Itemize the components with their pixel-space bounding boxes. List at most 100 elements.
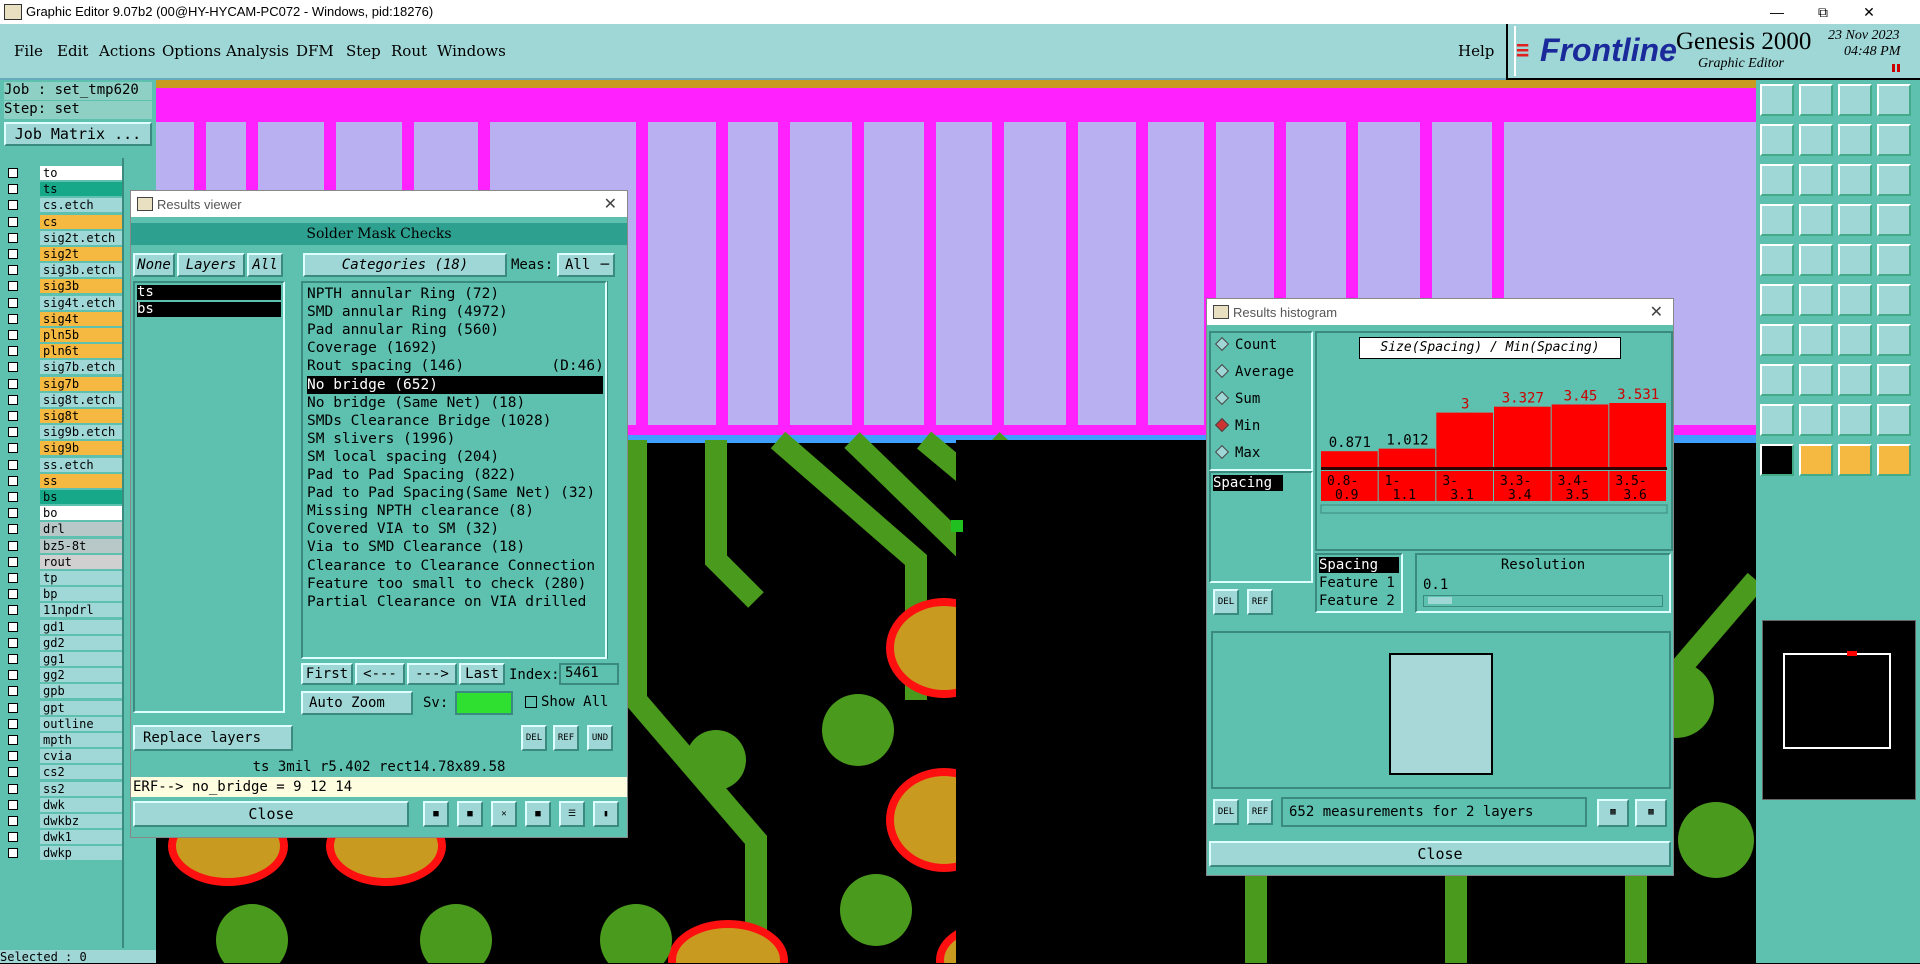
layer-name[interactable]: gg1 xyxy=(40,652,128,666)
first-button[interactable]: First xyxy=(301,663,353,685)
connect-icon[interactable] xyxy=(1838,284,1872,316)
menu-actions[interactable]: Actions xyxy=(99,42,155,60)
layer-name[interactable]: ts xyxy=(40,182,128,197)
pointer-drag-icon[interactable] xyxy=(1877,444,1911,476)
snap-icon[interactable] xyxy=(1799,124,1833,156)
layer-affected-checkbox[interactable] xyxy=(8,232,18,243)
layer-name[interactable]: outline xyxy=(40,716,128,731)
layer-affected-checkbox[interactable] xyxy=(8,492,18,502)
mode-radio-average[interactable]: Average xyxy=(1214,363,1294,380)
layer-affected-checkbox[interactable] xyxy=(8,637,18,648)
layer-name[interactable]: 11npdrl xyxy=(40,603,128,618)
refresh-preview-icon[interactable]: REF xyxy=(1247,799,1273,825)
layer-name[interactable]: dwk1 xyxy=(40,830,128,845)
layer-name[interactable]: bz5-8t xyxy=(40,538,128,553)
layer-row-rout[interactable]: rout xyxy=(6,554,128,569)
histogram-icon[interactable]: ▮ xyxy=(593,801,619,827)
sv-color-select[interactable] xyxy=(455,691,513,715)
exclude-icon[interactable]: ✕ xyxy=(491,801,517,827)
home-icon[interactable] xyxy=(1838,84,1872,116)
layer-affected-checkbox[interactable] xyxy=(8,265,18,276)
category-item[interactable]: No bridge (Same Net) (18) xyxy=(307,394,525,412)
layer-name[interactable]: cs2 xyxy=(40,765,128,780)
zoom-fit-icon[interactable]: ▩ xyxy=(1597,799,1629,827)
pad-icon[interactable] xyxy=(1760,244,1794,276)
result-layer-item[interactable]: ts xyxy=(137,285,281,300)
layer-row-outline[interactable]: outline xyxy=(6,716,128,731)
layer-row-dwkp[interactable]: dwkp xyxy=(6,846,128,861)
layer-name[interactable]: sig8t xyxy=(40,409,128,423)
layer-affected-checkbox[interactable] xyxy=(8,249,18,259)
layer-name[interactable]: sig9b.etch xyxy=(40,425,128,440)
layer-affected-checkbox[interactable] xyxy=(8,686,18,697)
polygon-icon[interactable] xyxy=(1799,244,1833,276)
layer-row-sig7b.etch[interactable]: sig7b.etch xyxy=(6,360,128,375)
route-icon[interactable] xyxy=(1877,324,1911,356)
result-layer-item[interactable]: bs xyxy=(137,302,281,317)
category-item[interactable]: SMDs Clearance Bridge (1028) xyxy=(307,412,551,430)
menu-options[interactable]: Options xyxy=(162,42,221,60)
overview-map[interactable] xyxy=(1762,620,1916,800)
mirror-icon[interactable] xyxy=(1877,124,1911,156)
layer-down-icon[interactable] xyxy=(1877,204,1911,236)
layer-affected-checkbox[interactable] xyxy=(8,573,18,583)
draw-line-icon[interactable] xyxy=(1760,324,1794,356)
layer-name[interactable]: gd1 xyxy=(40,619,128,634)
layer-table-icon[interactable]: ■ xyxy=(423,801,449,827)
menu-edit[interactable]: Edit xyxy=(57,42,88,60)
category-item[interactable]: No bridge (652) xyxy=(307,375,603,394)
layer-name[interactable]: sig9b xyxy=(40,441,128,456)
histogram-close-button[interactable]: Close xyxy=(1209,841,1671,867)
mode-radio-sum[interactable]: Sum xyxy=(1214,390,1260,407)
net-icon[interactable] xyxy=(1760,284,1794,316)
result-layers-list[interactable]: ts bs xyxy=(133,281,285,713)
report-icon[interactable]: ■ xyxy=(457,801,483,827)
layer-row-sig3b.etch[interactable]: sig3b.etch xyxy=(6,263,128,278)
layer-name[interactable]: ss.etch xyxy=(40,457,128,472)
layer-row-cs2[interactable]: cs2 xyxy=(6,765,128,780)
layer-affected-checkbox[interactable] xyxy=(8,330,18,340)
menu-step[interactable]: Step xyxy=(346,42,381,60)
graph-icon[interactable]: ■ xyxy=(525,801,551,827)
layer-name[interactable]: sig8t.etch xyxy=(40,392,128,407)
layer-affected-checkbox[interactable] xyxy=(8,297,18,308)
layer-row-sig2t[interactable]: sig2t xyxy=(6,247,128,261)
layer-row-tp[interactable]: tp xyxy=(6,571,128,585)
layer-name[interactable]: bs xyxy=(40,490,128,504)
layer-affected-checkbox[interactable] xyxy=(8,702,18,713)
attribute-option[interactable]: Feature 1 xyxy=(1319,575,1395,591)
layer-affected-checkbox[interactable] xyxy=(8,832,18,843)
layer-row-sig2t.etch[interactable]: sig2t.etch xyxy=(6,230,128,245)
undo-marker-icon[interactable]: UND xyxy=(587,725,613,751)
layer-name[interactable]: cs.etch xyxy=(40,198,128,213)
line-icon[interactable] xyxy=(1838,244,1872,276)
layer-name[interactable]: bp xyxy=(40,587,128,602)
open-icon[interactable] xyxy=(1799,84,1833,116)
menu-file[interactable]: File xyxy=(14,42,43,60)
resolution-slider-thumb[interactable] xyxy=(1428,597,1452,604)
layer-row-bp[interactable]: bp xyxy=(6,587,128,602)
layer-affected-checkbox[interactable] xyxy=(8,816,18,826)
layer-row-gg1[interactable]: gg1 xyxy=(6,652,128,666)
measure-icon[interactable] xyxy=(1799,204,1833,236)
layer-name[interactable]: sig2t.etch xyxy=(40,230,128,245)
menu-help[interactable]: Help xyxy=(1458,42,1494,60)
step-icon[interactable] xyxy=(1760,124,1794,156)
mode-radio-max[interactable]: Max xyxy=(1214,444,1260,461)
layer-row-drl[interactable]: drl xyxy=(6,522,128,537)
layer-name[interactable]: ss2 xyxy=(40,781,128,796)
layer-affected-checkbox[interactable] xyxy=(8,783,18,794)
route-path-icon[interactable] xyxy=(1838,364,1872,396)
layer-name[interactable]: bo xyxy=(40,506,128,521)
layers-all-button[interactable]: All xyxy=(247,253,283,277)
layer-row-11npdrl[interactable]: 11npdrl xyxy=(6,603,128,618)
menu-windows[interactable]: Windows xyxy=(437,42,506,60)
layer-row-sig4t[interactable]: sig4t xyxy=(6,311,128,326)
layer-name[interactable]: sig7b.etch xyxy=(40,360,128,375)
resolution-slider[interactable] xyxy=(1423,595,1663,607)
category-item[interactable]: SM local spacing (204) xyxy=(307,448,499,466)
layer-affected-checkbox[interactable] xyxy=(8,443,18,454)
close-window-button[interactable]: ✕ xyxy=(1846,0,1892,24)
category-item[interactable]: Pad annular Ring (560) xyxy=(307,321,499,339)
layer-row-sig9b.etch[interactable]: sig9b.etch xyxy=(6,425,128,440)
